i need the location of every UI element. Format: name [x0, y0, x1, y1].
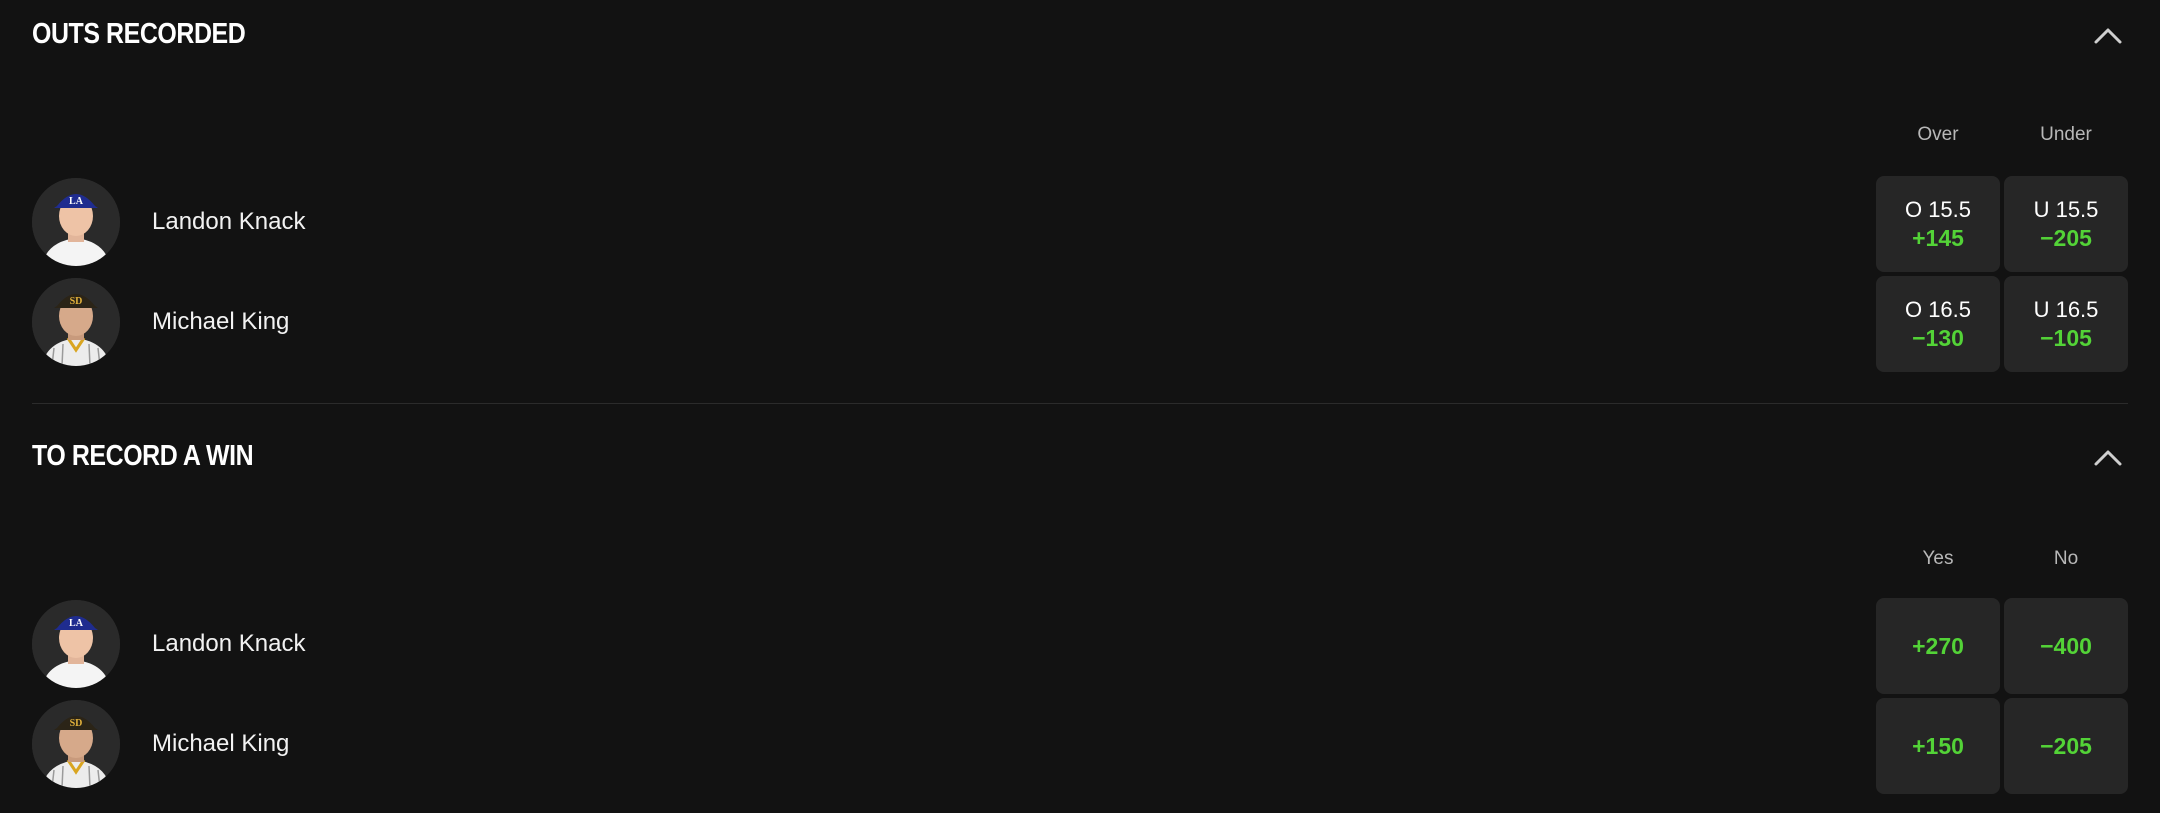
- column-headers: Yes No: [1876, 548, 2128, 578]
- player-row: LA Landon Knack +270 −400: [32, 598, 2128, 694]
- odds-button-under[interactable]: U 15.5 −205: [2004, 176, 2128, 272]
- odds-price: +145: [1912, 225, 1964, 251]
- svg-text:LA: LA: [69, 618, 84, 629]
- player-headshot-padres: SD: [32, 700, 120, 788]
- odds-button-no[interactable]: −400: [2004, 598, 2128, 694]
- odds-group: O 15.5 +145 U 15.5 −205: [1876, 176, 2128, 272]
- odds-line: O 15.5: [1904, 197, 1972, 222]
- svg-text:LA: LA: [69, 196, 84, 207]
- collapse-button[interactable]: [2088, 18, 2128, 54]
- odds-group: O 16.5 −130 U 16.5 −105: [1876, 276, 2128, 372]
- svg-text:SD: SD: [70, 718, 83, 729]
- player-headshot-dodgers: LA: [32, 178, 120, 266]
- odds-button-yes[interactable]: +150: [1876, 698, 2000, 794]
- odds-price: −130: [1912, 325, 1964, 351]
- column-header-under: Under: [2040, 124, 2092, 145]
- market-section-to-record-a-win: TO RECORD A WIN Yes No LA Landon Knack +…: [32, 404, 2128, 813]
- avatar: LA: [32, 178, 120, 266]
- avatar: SD: [32, 278, 120, 366]
- avatar: LA: [32, 600, 120, 688]
- odds-price: −105: [2040, 325, 2092, 351]
- section-title: OUTS RECORDED: [32, 18, 246, 50]
- svg-text:SD: SD: [70, 296, 83, 307]
- odds-button-yes[interactable]: +270: [1876, 598, 2000, 694]
- chevron-up-icon: [2094, 450, 2122, 466]
- odds-line: O 16.5: [1904, 297, 1972, 322]
- column-headers: Over Under: [1876, 124, 2128, 154]
- column-header-no: No: [2053, 548, 2079, 569]
- player-row: LA Landon Knack O 15.5 +145 U 15.5 −205: [32, 176, 2128, 272]
- chevron-up-icon: [2094, 28, 2122, 44]
- odds-group: +150 −205: [1876, 698, 2128, 794]
- odds-button-over[interactable]: O 16.5 −130: [1876, 276, 2000, 372]
- player-headshot-dodgers: LA: [32, 600, 120, 688]
- player-row: SD Michael King +150 −205: [32, 698, 2128, 794]
- player-name: Michael King: [152, 308, 290, 335]
- section-header[interactable]: OUTS RECORDED: [32, 0, 2128, 70]
- odds-line: U 15.5: [2033, 197, 2099, 222]
- odds-line: U 16.5: [2033, 297, 2099, 322]
- player-name: Landon Knack: [152, 630, 306, 657]
- section-title: TO RECORD A WIN: [32, 440, 254, 472]
- odds-button-under[interactable]: U 16.5 −105: [2004, 276, 2128, 372]
- odds-button-over[interactable]: O 15.5 +145: [1876, 176, 2000, 272]
- odds-button-no[interactable]: −205: [2004, 698, 2128, 794]
- player-name: Landon Knack: [152, 208, 306, 235]
- odds-price: −205: [2040, 733, 2092, 759]
- odds-price: +150: [1912, 733, 1964, 759]
- collapse-button[interactable]: [2088, 440, 2128, 476]
- odds-price: −205: [2040, 225, 2092, 251]
- odds-price: −400: [2040, 633, 2092, 659]
- column-header-yes: Yes: [1922, 548, 1954, 569]
- player-name: Michael King: [152, 730, 290, 757]
- odds-group: +270 −400: [1876, 598, 2128, 694]
- player-row: SD Michael King O 16.5 −130 U 16.5 −105: [32, 276, 2128, 372]
- column-header-over: Over: [1917, 124, 1959, 145]
- avatar: SD: [32, 700, 120, 788]
- market-section-outs-recorded: OUTS RECORDED Over Under LA Landon Knack…: [32, 0, 2128, 404]
- section-header[interactable]: TO RECORD A WIN: [32, 422, 2128, 492]
- odds-price: +270: [1912, 633, 1964, 659]
- player-headshot-padres: SD: [32, 278, 120, 366]
